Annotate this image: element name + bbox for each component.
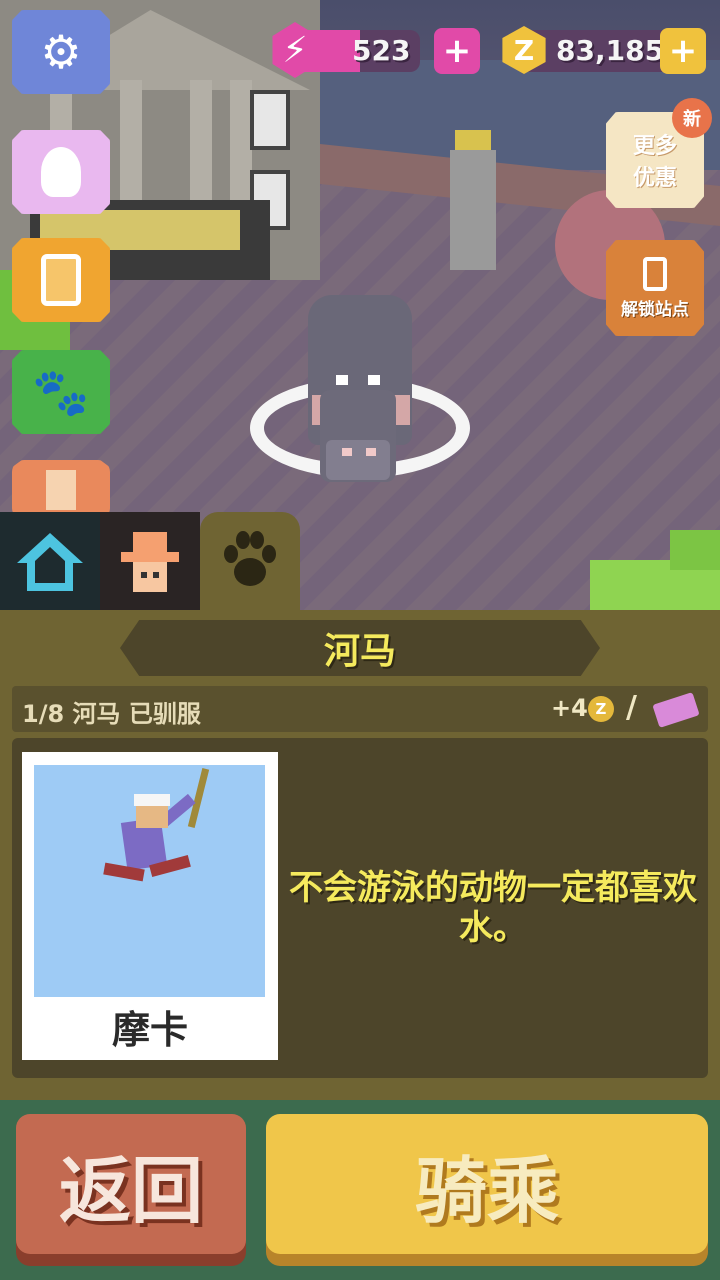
reward-amount: +4 [551,694,588,722]
energy-value: 523 [352,34,411,67]
new-badge: 新 [672,98,712,138]
settings-button[interactable]: ⚙ [12,10,110,94]
tab-home[interactable] [0,512,100,610]
missions-button[interactable] [12,238,110,322]
animal-quote: 不会游泳的动物一定都喜欢水。 [289,868,697,948]
hippo-snout [326,440,390,480]
tab-animal[interactable] [200,512,300,610]
hippo-eye [336,375,348,385]
add-energy-button[interactable]: + [434,28,480,74]
ride-label: 骑乘 [414,1148,559,1233]
back-label: 返回 [58,1148,203,1233]
ride-button[interactable]: 骑乘 [266,1114,708,1254]
hippo-nostril [366,448,376,456]
zoo-button[interactable]: 🐾 [12,350,110,434]
hints-button[interactable] [12,130,110,214]
back-button[interactable]: 返回 [16,1114,246,1254]
tamed-status: 1/8 河马 已驯服 [22,700,201,728]
coin-icon: Z [588,696,614,722]
cowboy-icon [121,532,179,592]
characters-button[interactable] [12,460,110,520]
deals-label-line2: 优惠 [632,166,677,191]
unlock-station-button[interactable]: 解锁站点 [606,240,704,336]
clipboard-icon [41,254,81,306]
deals-label-line1: 更多 [632,134,677,159]
paw-icon [224,531,276,586]
unlock-label: 解锁站点 [621,299,689,320]
hippo-nostril [342,448,352,456]
building-window [250,90,290,150]
animal-name: 河马 [323,631,396,672]
card-person-hat [134,794,170,806]
plus-icon: + [668,31,698,71]
house-icon [17,533,83,591]
gear-icon: ⚙ [40,25,82,79]
tab-ranger[interactable] [100,512,200,610]
grass-block [670,530,720,570]
coin-value: 83,185 [556,34,665,67]
lightbulb-icon [41,147,81,197]
add-coins-button[interactable]: + [660,28,706,74]
coin-symbol: Z [513,33,535,67]
station-icon [643,256,667,291]
animal-title-banner: 河马 [120,620,600,676]
paw-icon: 🐾 [32,364,90,419]
plus-icon: + [442,31,472,71]
reward-separator: / [626,690,637,725]
coin-symbol: Z [595,700,607,718]
card-character-name: 摩卡 [111,1007,188,1052]
character-icon [46,470,76,510]
lamp-post [450,150,496,270]
hippo-eye [368,375,380,385]
